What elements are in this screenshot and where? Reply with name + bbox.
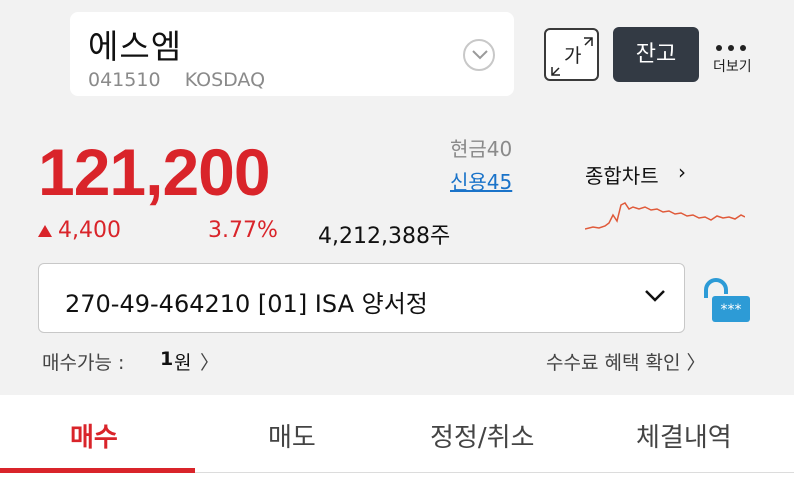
chevron-down-icon — [472, 50, 488, 60]
font-size-label: 가 — [564, 45, 582, 67]
tab-modify-cancel[interactable]: 정정/취소 — [430, 417, 534, 454]
stock-selector[interactable]: 에스엠 041510 KOSDAQ — [70, 12, 514, 96]
account-value: 270-49-464210 [01] ISA 양서정 — [65, 290, 428, 318]
chevron-down-icon — [645, 290, 665, 302]
chart-link[interactable]: 종합차트 — [585, 160, 659, 189]
font-size-button[interactable]: 가 — [544, 28, 599, 81]
market-name: KOSDAQ — [184, 69, 266, 91]
stock-dropdown-button[interactable] — [463, 39, 495, 71]
change-amount: 4,400 — [58, 218, 121, 243]
buying-power-value: 1 — [160, 348, 174, 370]
mini-price-chart[interactable] — [585, 195, 745, 235]
change-rate: 3.77% — [208, 218, 278, 243]
chevron-right-icon[interactable]: › — [678, 160, 686, 184]
active-tab-indicator — [0, 468, 195, 473]
current-price: 121,200 — [38, 135, 271, 209]
fee-benefit-link[interactable]: 수수료 혜택 확인 〉 — [546, 348, 705, 375]
margin-credit-link[interactable]: 신용45 — [450, 166, 512, 195]
buying-power-link[interactable]: 〉 — [200, 348, 219, 375]
tab-sell[interactable]: 매도 — [268, 417, 316, 454]
svg-text:***: *** — [721, 302, 742, 318]
stock-code-line: 041510 KOSDAQ — [88, 69, 265, 91]
stock-code: 041510 — [88, 69, 161, 91]
balance-button[interactable]: 잔고 — [613, 27, 699, 82]
trade-volume: 4,212,388주 — [318, 224, 451, 249]
order-tab-bar: 매수 매도 정정/취소 체결내역 — [0, 395, 794, 477]
more-dots-icon[interactable] — [716, 36, 758, 51]
account-select[interactable]: 270-49-464210 [01] ISA 양서정 — [38, 263, 685, 333]
tab-buy[interactable]: 매수 — [70, 417, 118, 454]
more-label[interactable]: 더보기 — [713, 56, 752, 76]
buying-power-label: 매수가능 : — [42, 352, 125, 374]
margin-cash-rate: 현금40 — [450, 137, 513, 161]
up-triangle-icon — [38, 225, 52, 237]
tab-executions[interactable]: 체결내역 — [636, 417, 732, 454]
keypad-lock-icon[interactable]: *** — [700, 278, 752, 324]
stock-name: 에스엠 — [88, 27, 183, 66]
buying-power-unit: 원 — [174, 352, 192, 374]
